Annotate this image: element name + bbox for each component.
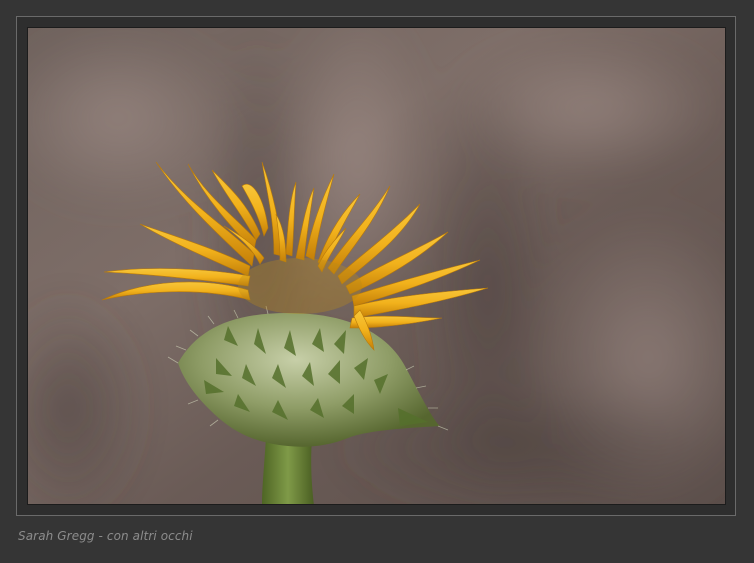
flower-photo <box>27 27 726 505</box>
flower-stem <box>262 438 314 504</box>
photo-caption: Sarah Gregg - con altri occhi <box>18 529 193 543</box>
